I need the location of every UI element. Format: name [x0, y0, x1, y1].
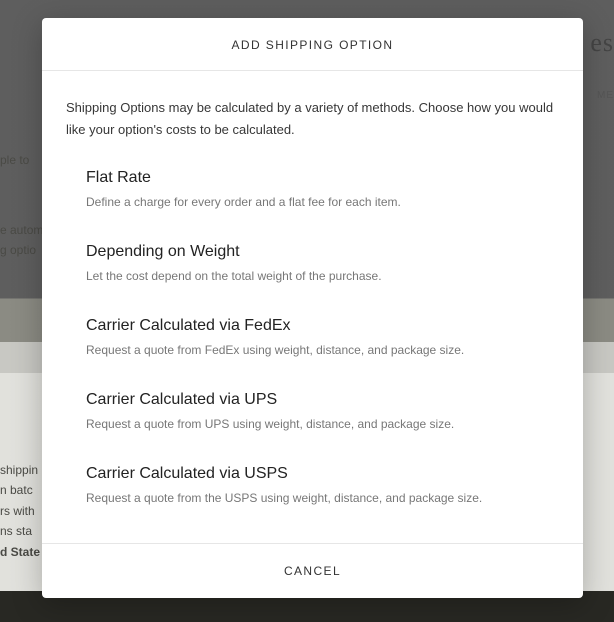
modal-title: ADD SHIPPING OPTION: [66, 38, 559, 52]
bg-text-bottom-line4: ns sta: [0, 521, 40, 541]
option-title: Carrier Calculated via USPS: [86, 465, 559, 483]
option-title: Depending on Weight: [86, 243, 559, 261]
bg-nav-fragment: ME: [597, 90, 614, 101]
option-desc: Let the cost depend on the total weight …: [86, 267, 559, 285]
bg-logo-text: es: [590, 28, 614, 57]
cancel-button[interactable]: CANCEL: [284, 564, 341, 578]
option-title: Carrier Calculated via UPS: [86, 391, 559, 409]
option-depending-on-weight[interactable]: Depending on Weight Let the cost depend …: [86, 243, 559, 285]
option-desc: Define a charge for every order and a fl…: [86, 193, 559, 211]
modal-header: ADD SHIPPING OPTION: [42, 18, 583, 71]
option-title: Carrier Calculated via FedEx: [86, 317, 559, 335]
bg-text-bottom-line1: shippin: [0, 460, 40, 480]
option-desc: Request a quote from the USPS using weig…: [86, 489, 559, 507]
option-desc: Request a quote from UPS using weight, d…: [86, 415, 559, 433]
option-carrier-fedex[interactable]: Carrier Calculated via FedEx Request a q…: [86, 317, 559, 359]
bg-text-mid-line2: g optio: [0, 240, 43, 260]
option-carrier-ups[interactable]: Carrier Calculated via UPS Request a quo…: [86, 391, 559, 433]
bg-text-bottom: shippin n batc rs with ns sta d State: [0, 460, 40, 562]
modal-intro: Shipping Options may be calculated by a …: [66, 97, 559, 141]
option-desc: Request a quote from FedEx using weight,…: [86, 341, 559, 359]
option-carrier-usps[interactable]: Carrier Calculated via USPS Request a qu…: [86, 465, 559, 507]
bg-text-mid-line1: e autom: [0, 220, 43, 240]
shipping-options-list: Flat Rate Define a charge for every orde…: [66, 169, 559, 507]
bg-text-bottom-line5: d State: [0, 542, 40, 562]
bg-text-mid: e autom g optio: [0, 220, 43, 261]
option-title: Flat Rate: [86, 169, 559, 187]
bg-text-bottom-line3: rs with: [0, 501, 40, 521]
bg-text-bottom-line2: n batc: [0, 480, 40, 500]
bg-logo-fragment: es: [590, 28, 614, 58]
option-flat-rate[interactable]: Flat Rate Define a charge for every orde…: [86, 169, 559, 211]
modal-body: Shipping Options may be calculated by a …: [42, 71, 583, 543]
add-shipping-option-modal: ADD SHIPPING OPTION Shipping Options may…: [42, 18, 583, 598]
bg-text-top: ple to: [0, 150, 29, 170]
modal-footer: CANCEL: [42, 543, 583, 598]
